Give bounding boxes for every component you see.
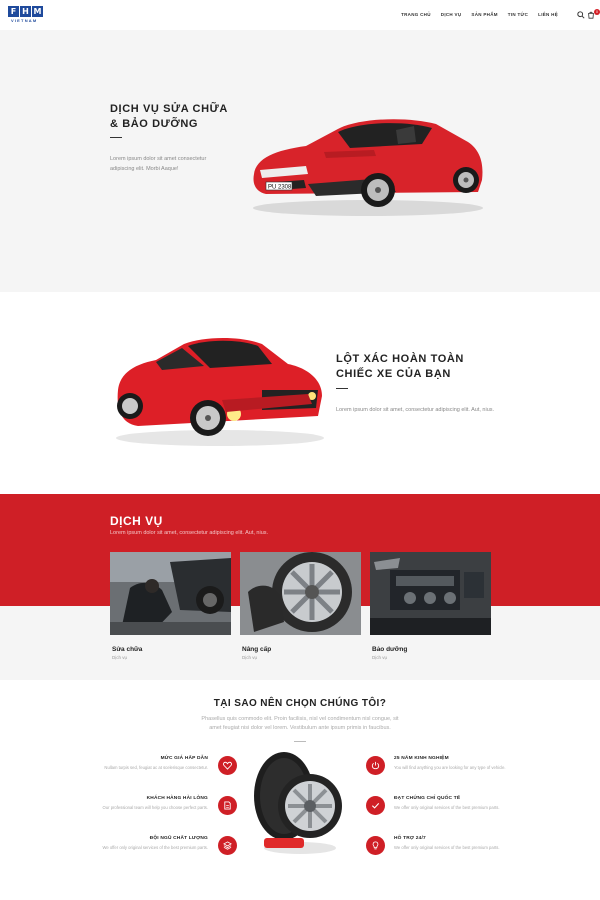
- license-plate-text: PU 2308: [268, 185, 292, 191]
- nav-item-contact[interactable]: LIÊN HỆ: [538, 12, 558, 17]
- title-divider: [110, 137, 122, 138]
- service-card-upgrade[interactable]: Nâng cấp Dịch vụ: [240, 552, 361, 660]
- service-card-repair[interactable]: Sửa chữa Dịch vụ: [110, 552, 231, 660]
- check-icon: [366, 796, 385, 815]
- cart-count-badge: 0: [594, 9, 600, 15]
- hero-makeover-section: LỘT XÁC HOÀN TOÀN CHIẾC XE CỦA BẠN Lorem…: [0, 292, 600, 494]
- document-icon: [218, 796, 237, 815]
- feature-title: ĐẠT CHỨNG CHỈ QUỐC TẾ: [394, 796, 461, 801]
- tire-and-rim-image: [254, 752, 342, 854]
- service-card-maintenance[interactable]: Bảo dưỡng Dịch vụ: [370, 552, 491, 660]
- feature-description: We offer only original services of the b…: [394, 805, 500, 810]
- feature-description: You will find anything you are looking f…: [394, 765, 506, 770]
- feature-title: 25 NĂM KINH NGHIỆM: [394, 756, 449, 761]
- why-choose-us-description: Phasellus quis commodo elit. Proin facil…: [201, 716, 399, 731]
- red-mustang-image: [116, 338, 324, 446]
- hero-makeover-title: LỘT XÁC HOÀN TOÀN CHIẾC XE CỦA BẠN: [336, 353, 464, 380]
- services-title: DỊCH VỤ: [110, 514, 163, 528]
- mechanic-repair-photo: [110, 552, 231, 635]
- service-name: Nâng cấp: [242, 646, 272, 653]
- red-sports-car-image: PU 2308: [253, 119, 483, 216]
- feature-quality-team: ĐỘI NGŨ CHẤT LƯỢNG We offer only origina…: [78, 836, 237, 855]
- service-category: Dịch vụ: [112, 655, 128, 660]
- nav-item-home[interactable]: TRANG CHỦ: [401, 12, 431, 17]
- logo-letter-f: F: [8, 6, 19, 17]
- layers-icon: [218, 836, 237, 855]
- engine-maintenance-photo: [370, 552, 491, 635]
- feature-description: We offer only original services of the b…: [394, 845, 500, 850]
- feature-description: Our professional team will help you choo…: [102, 805, 208, 810]
- bulb-icon: [366, 836, 385, 855]
- logo-letter-m: M: [32, 6, 43, 17]
- feature-experience: 25 NĂM KINH NGHIỆM You will find anythin…: [366, 756, 524, 775]
- wheel-upgrade-photo: [240, 552, 361, 635]
- feature-title: ĐỘI NGŨ CHẤT LƯỢNG: [149, 836, 208, 841]
- feature-description: Nullam turpis sed, feugiat ac at sceleri…: [104, 765, 208, 770]
- search-icon[interactable]: [577, 11, 585, 19]
- services-subtitle: Lorem ipsum dolor sit amet, consectetur …: [110, 530, 269, 536]
- hero-repair-section: DỊCH VỤ SỬA CHỮA & BẢO DƯỠNG Lorem ipsum…: [0, 30, 600, 292]
- feature-support-24-7: HỖ TRỢ 24/7 We offer only original servi…: [366, 836, 524, 855]
- heart-icon: [218, 756, 237, 775]
- service-name: Sửa chữa: [112, 646, 143, 653]
- title-divider: [336, 388, 348, 389]
- main-nav: TRANG CHỦ DỊCH VỤ SẢN PHẨM TIN TỨC LIÊN …: [401, 12, 558, 17]
- feature-description: We offer only original services of the b…: [102, 845, 208, 850]
- site-header: F H M VIETNAM TRANG CHỦ DỊCH VỤ SẢN PHẨM…: [0, 0, 600, 30]
- logo-letter-h: H: [20, 6, 31, 17]
- feature-satisfied-customers: KHÁCH HÀNG HÀI LÒNG Our professional tea…: [78, 796, 237, 815]
- hero-repair-title: DỊCH VỤ SỬA CHỮA & BẢO DƯỠNG: [110, 103, 228, 130]
- service-category: Dịch vụ: [242, 655, 258, 660]
- nav-item-news[interactable]: TIN TỨC: [508, 12, 528, 17]
- logo[interactable]: F H M VIETNAM: [8, 6, 43, 23]
- service-name: Bảo dưỡng: [372, 646, 408, 653]
- feature-attractive-price: MỨC GIÁ HẤP DẪN Nullam turpis sed, feugi…: [78, 756, 237, 775]
- feature-title: MỨC GIÁ HẤP DẪN: [160, 756, 208, 761]
- logo-subtitle: VIETNAM: [11, 18, 38, 23]
- service-category: Dịch vụ: [372, 655, 388, 660]
- title-divider: [294, 741, 306, 742]
- feature-title: HỖ TRỢ 24/7: [394, 836, 426, 841]
- power-icon: [366, 756, 385, 775]
- nav-item-products[interactable]: SẢN PHẨM: [471, 12, 497, 17]
- hero-makeover-description: Lorem ipsum dolor sit amet, consectetur …: [336, 407, 495, 413]
- hero-repair-description: Lorem ipsum dolor sit amet consectetur a…: [110, 156, 207, 172]
- feature-title: KHÁCH HÀNG HÀI LÒNG: [146, 796, 208, 801]
- feature-international-certificate: ĐẠT CHỨNG CHỈ QUỐC TẾ We offer only orig…: [366, 796, 524, 815]
- nav-item-services[interactable]: DỊCH VỤ: [441, 12, 462, 17]
- why-choose-us-title: TẠI SAO NÊN CHỌN CHÚNG TÔI?: [213, 698, 387, 709]
